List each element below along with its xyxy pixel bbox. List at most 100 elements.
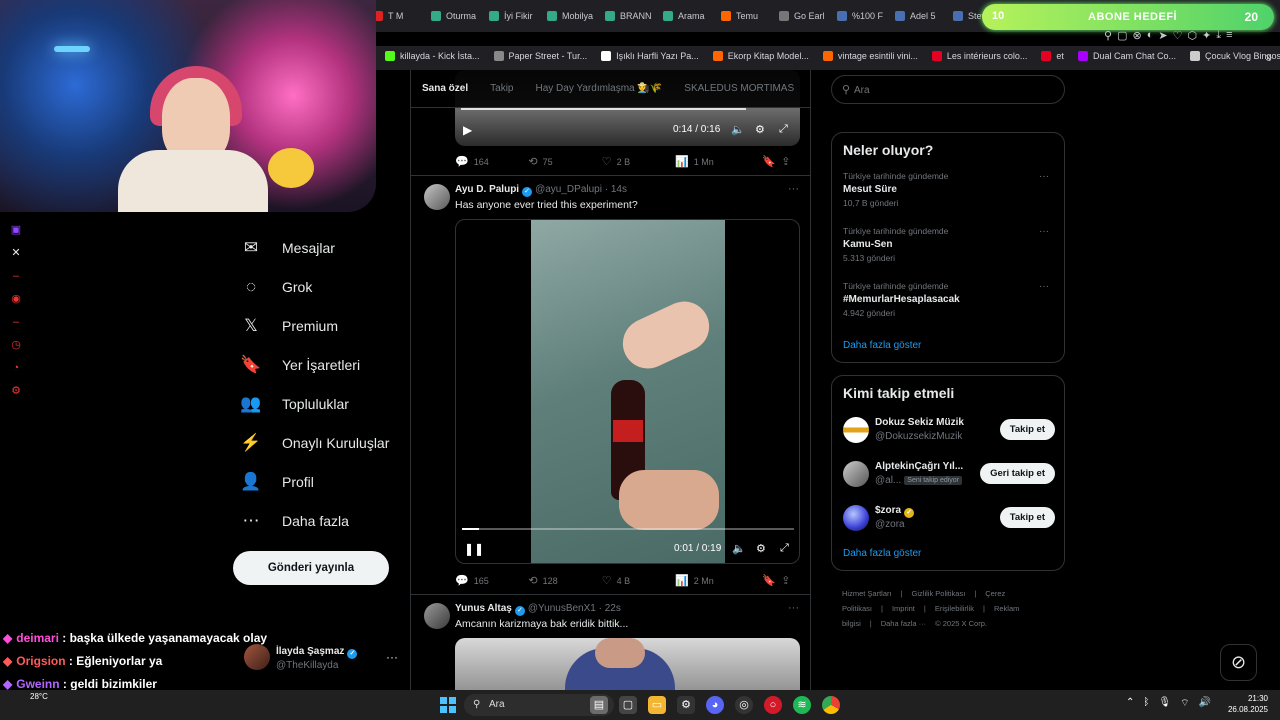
timeline-tab[interactable]: Takip <box>479 83 524 94</box>
nav-item-onaylı-kuruluşlar[interactable]: ⚡ Onaylı Kuruluşlar <box>230 423 389 462</box>
bluetooth-icon[interactable]: ᛒ <box>1143 697 1149 710</box>
video-progress[interactable] <box>461 108 746 110</box>
opera-icon[interactable]: ○ <box>764 696 782 714</box>
nav-item-daha-fazla[interactable]: ⋯ Daha fazla <box>230 501 389 540</box>
spotify-icon[interactable]: ≋ <box>793 696 811 714</box>
browser-tab[interactable]: İyi Fikir <box>486 6 544 26</box>
more-icon[interactable]: ··· <box>1039 281 1049 292</box>
browser-tab[interactable]: %100 F <box>834 6 892 26</box>
pin-icon[interactable]: ⚲ <box>1104 29 1112 42</box>
tweet-more-icon[interactable]: ··· <box>788 602 799 614</box>
browser-tab[interactable]: T M <box>370 6 428 26</box>
send-icon[interactable]: ➤ <box>1158 29 1167 42</box>
browser-tab[interactable]: Temu <box>718 6 776 26</box>
chrome-icon[interactable] <box>822 696 840 714</box>
task-view-icon[interactable]: ▢ <box>619 696 637 714</box>
browser-tab[interactable]: Arama <box>660 6 718 26</box>
bookmark-item[interactable]: killayda - Kick İsta... <box>385 51 480 61</box>
play-icon[interactable]: ▶ <box>463 123 472 137</box>
follow-button[interactable]: Geri takip et <box>980 463 1055 484</box>
reply-button[interactable]: 💬 165 <box>455 574 528 587</box>
account-more-icon[interactable]: ··· <box>386 650 398 664</box>
timeline-tab[interactable]: Hay Day Yardımlaşma 👨‍🌾🌾 <box>525 83 674 94</box>
fullscreen-icon[interactable]: ⤢ <box>780 542 789 555</box>
menu-icon[interactable]: ≡ <box>1226 29 1232 42</box>
bookmark-item[interactable]: vintage esintili vini... <box>822 51 918 61</box>
avatar[interactable] <box>843 505 869 531</box>
settings-icon[interactable]: ⚙ <box>677 696 695 714</box>
bookmark-item[interactable]: Dual Cam Chat Co... <box>1077 51 1176 61</box>
footer-link[interactable]: © 2025 X Corp. <box>935 619 987 628</box>
timeline-tab[interactable]: Sana özel <box>411 83 479 94</box>
app-icon[interactable]: ▤ <box>590 696 608 714</box>
avatar[interactable] <box>843 461 869 487</box>
heart-icon[interactable]: ♡ <box>1173 29 1183 42</box>
microphone-icon[interactable]: 🎙 <box>1158 697 1171 710</box>
follow-button[interactable]: Takip et <box>999 507 1055 528</box>
share-button[interactable]: ⇪ <box>781 155 800 168</box>
follow-name[interactable]: $zora <box>875 505 901 516</box>
close-circle-icon[interactable]: ⊗ <box>1132 29 1141 42</box>
search-input[interactable] <box>854 82 1054 98</box>
tweet-more-icon[interactable]: ··· <box>788 183 799 195</box>
weather-widget[interactable]: 28°C <box>30 692 48 701</box>
avatar[interactable] <box>424 603 450 629</box>
volume-icon[interactable]: 🔈 <box>732 542 746 555</box>
browser-tab[interactable]: Go Earl <box>776 6 834 26</box>
footer-link[interactable]: Hizmet Şartları <box>842 589 892 598</box>
nav-item-profil[interactable]: 👤 Profil <box>230 462 389 501</box>
reply-button[interactable]: 💬 164 <box>455 155 528 168</box>
settings-icon[interactable]: ⚙ <box>755 123 765 136</box>
author-handle[interactable]: @ayu_DPalupi <box>535 184 602 195</box>
footer-link[interactable]: Erişilebilirlik <box>935 604 974 613</box>
views-button[interactable]: 📊 2 Mn <box>675 574 748 587</box>
download-icon[interactable]: ⤓ <box>1216 29 1221 42</box>
views-button[interactable]: 📊 1 Mn <box>675 155 748 168</box>
author-handle[interactable]: @YunusBenX1 <box>528 603 596 614</box>
browser-tab[interactable]: Mobilya <box>544 6 602 26</box>
file-explorer-icon[interactable]: ▭ <box>648 696 666 714</box>
trend-item[interactable]: Türkiye tarihinde gündemde Mesut Süre 10,7… <box>843 171 1055 208</box>
browser-tab[interactable]: Oturma <box>428 6 486 26</box>
nav-item-grok[interactable]: ◌ Grok <box>230 267 389 306</box>
follow-name[interactable]: Dokuz Sekiz Müzik <box>875 417 964 428</box>
pause-icon[interactable]: ❚❚ <box>464 542 484 556</box>
like-button[interactable]: ♡ 4 B <box>602 574 675 587</box>
footer-link[interactable]: Imprint <box>892 604 915 613</box>
avatar[interactable] <box>843 417 869 443</box>
chat-username[interactable]: Origsion <box>16 654 65 668</box>
avatar[interactable] <box>424 184 450 210</box>
nav-item-yer-i-şaretleri[interactable]: 🔖 Yer İşaretleri <box>230 345 389 384</box>
trend-item[interactable]: Türkiye tarihinde gündemde #MemurlarHesap… <box>843 281 1055 318</box>
retweet-button[interactable]: ⟲ 75 <box>528 155 601 168</box>
nav-item-mesajlar[interactable]: ✉ Mesajlar <box>230 228 389 267</box>
chat-username[interactable]: Gweinn <box>16 677 59 691</box>
crop-icon[interactable]: ▢ <box>1117 29 1127 42</box>
volume-icon[interactable]: 🔈 <box>731 123 745 136</box>
search-box[interactable]: ⚲ <box>831 75 1065 104</box>
bookmark-item[interactable]: et <box>1041 51 1064 61</box>
bookmark-button[interactable]: 🔖 <box>762 574 781 587</box>
video-player[interactable] <box>455 638 800 690</box>
follow-button[interactable]: Takip et <box>999 419 1055 440</box>
bookmark-item[interactable]: Paper Street - Tur... <box>493 51 587 61</box>
bookmark-button[interactable]: 🔖 <box>762 155 781 168</box>
taskbar-clock[interactable]: 21:30 26.08.2025 <box>1226 693 1268 715</box>
footer-link[interactable]: Daha fazla ··· <box>881 619 926 628</box>
follow-name[interactable]: AlptekinÇağrı Yıl... <box>875 461 963 472</box>
wifi-icon[interactable]: ⌔ <box>1180 697 1189 710</box>
chevron-up-icon[interactable]: ⌃ <box>1126 697 1134 710</box>
start-button[interactable] <box>440 697 456 713</box>
obs-icon[interactable]: ◎ <box>735 696 753 714</box>
nav-item-premium[interactable]: 𝕏 Premium <box>230 306 389 345</box>
settings-icon[interactable]: ⚙ <box>756 542 766 555</box>
video-progress-track[interactable] <box>462 528 794 530</box>
bookmark-item[interactable]: Ekorp Kitap Model... <box>712 51 809 61</box>
like-button[interactable]: ♡ 2 B <box>602 155 675 168</box>
cube-icon[interactable]: ⬡ <box>1187 29 1197 42</box>
chat-username[interactable]: deimari <box>16 631 59 645</box>
footer-link[interactable]: Gizlilik Politikası <box>912 589 966 598</box>
nav-item-topluluklar[interactable]: 👥 Topluluklar <box>230 384 389 423</box>
bookmark-item[interactable]: Les intérieurs colo... <box>931 51 1027 61</box>
more-icon[interactable]: ··· <box>1039 226 1049 237</box>
